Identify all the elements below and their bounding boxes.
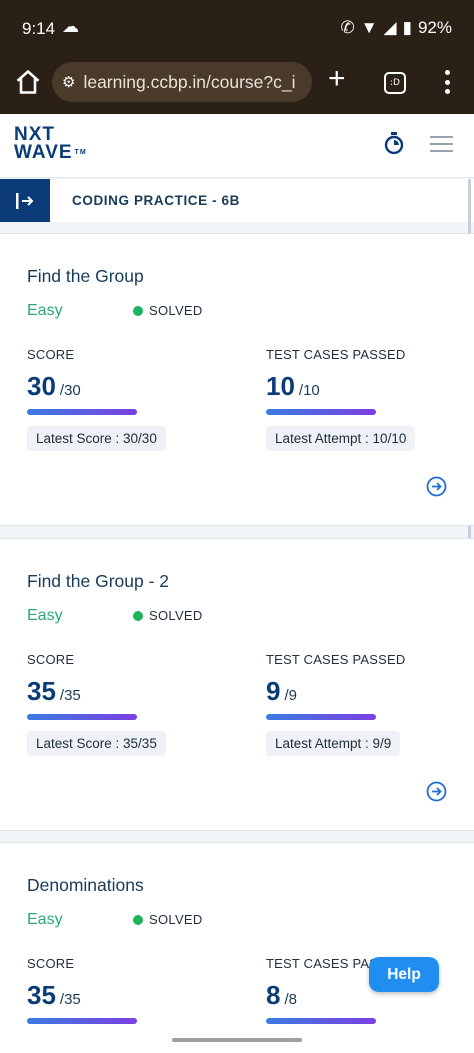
- stopwatch-icon[interactable]: [384, 132, 404, 154]
- tests-progress-bar: [266, 409, 376, 415]
- tab-switcher-button[interactable]: :D: [384, 72, 406, 94]
- cloud-icon: ☁: [62, 17, 79, 36]
- latest-attempt: Latest Attempt : 9/9: [266, 731, 401, 756]
- status-bar: 9:14 ☁ ✆ ▼ ◢ ▮ 92%: [0, 0, 474, 56]
- url-text: learning.ccbp.in/course?c_i: [83, 71, 296, 92]
- arrow-right-circle-icon[interactable]: [426, 781, 447, 802]
- difficulty-label: Easy: [27, 607, 63, 624]
- sidebar-toggle-button[interactable]: [0, 179, 50, 222]
- home-icon[interactable]: [14, 68, 42, 96]
- score-progress-bar: [27, 1018, 137, 1024]
- battery-percent: 92%: [417, 18, 452, 37]
- nxtwave-logo[interactable]: NXT WAVE TM: [14, 125, 87, 162]
- latest-score: Latest Score : 35/35: [27, 731, 166, 756]
- tests-value: 8/8: [266, 980, 297, 1010]
- problem-title[interactable]: Find the Group - 2: [27, 571, 169, 592]
- score-progress-bar: [27, 409, 137, 415]
- address-bar[interactable]: ⚙ learning.ccbp.in/course?c_i: [52, 62, 312, 102]
- problem-card[interactable]: Denominations Easy SOLVED SCORE 35/35 TE…: [0, 842, 474, 1053]
- difficulty-label: Easy: [27, 302, 63, 319]
- latest-score: Latest Score : 30/30: [27, 426, 166, 451]
- more-menu-icon[interactable]: [440, 68, 454, 96]
- section-bar: CODING PRACTICE - 6B: [0, 179, 474, 222]
- tests-label: TEST CASES PASSED: [266, 347, 406, 362]
- site-settings-icon[interactable]: ⚙: [62, 73, 75, 91]
- score-progress-bar: [27, 714, 137, 720]
- tests-value: 9/9: [266, 676, 297, 706]
- help-button[interactable]: Help: [369, 957, 439, 992]
- status-badge: SOLVED: [133, 303, 203, 318]
- gesture-bar[interactable]: [172, 1038, 302, 1042]
- call-icon: ✆: [340, 18, 355, 37]
- problem-card[interactable]: Find the Group - 2 Easy SOLVED SCORE 35/…: [0, 538, 474, 831]
- solved-dot-icon: [133, 914, 143, 925]
- status-badge: SOLVED: [133, 608, 203, 623]
- difficulty-label: Easy: [27, 911, 63, 928]
- signal-icon: ◢: [383, 18, 397, 37]
- solved-dot-icon: [133, 610, 143, 621]
- browser-chrome: 9:14 ☁ ✆ ▼ ◢ ▮ 92% ⚙ learning.ccbp.in/co…: [0, 0, 474, 114]
- problem-title[interactable]: Find the Group: [27, 266, 144, 287]
- problem-title[interactable]: Denominations: [27, 875, 144, 896]
- score-label: SCORE: [27, 652, 75, 667]
- hamburger-menu-icon[interactable]: [430, 136, 453, 152]
- score-label: SCORE: [27, 956, 75, 971]
- score-label: SCORE: [27, 347, 75, 362]
- latest-attempt: Latest Attempt : 10/10: [266, 426, 416, 451]
- solved-dot-icon: [133, 305, 143, 316]
- tests-progress-bar: [266, 1018, 376, 1024]
- battery-icon: ▮: [402, 18, 412, 37]
- problem-card[interactable]: Find the Group Easy SOLVED SCORE 30/30 L…: [0, 233, 474, 526]
- tests-value: 10/10: [266, 371, 320, 401]
- section-title: CODING PRACTICE - 6B: [72, 193, 241, 208]
- status-icons: ✆ ▼ ◢ ▮ 92%: [340, 18, 452, 38]
- tests-progress-bar: [266, 714, 376, 720]
- app-header: NXT WAVE TM: [0, 114, 474, 178]
- score-value: 30/30: [27, 371, 81, 401]
- score-value: 35/35: [27, 980, 81, 1010]
- new-tab-icon[interactable]: +: [328, 64, 346, 94]
- browser-toolbar: ⚙ learning.ccbp.in/course?c_i + :D: [0, 56, 474, 114]
- wifi-icon: ▼: [360, 18, 378, 37]
- expand-arrow-icon: [16, 192, 34, 209]
- status-time: 9:14: [22, 19, 56, 38]
- tests-label: TEST CASES PASSED: [266, 652, 406, 667]
- score-value: 35/35: [27, 676, 81, 706]
- arrow-right-circle-icon[interactable]: [426, 476, 447, 497]
- status-badge: SOLVED: [133, 912, 203, 927]
